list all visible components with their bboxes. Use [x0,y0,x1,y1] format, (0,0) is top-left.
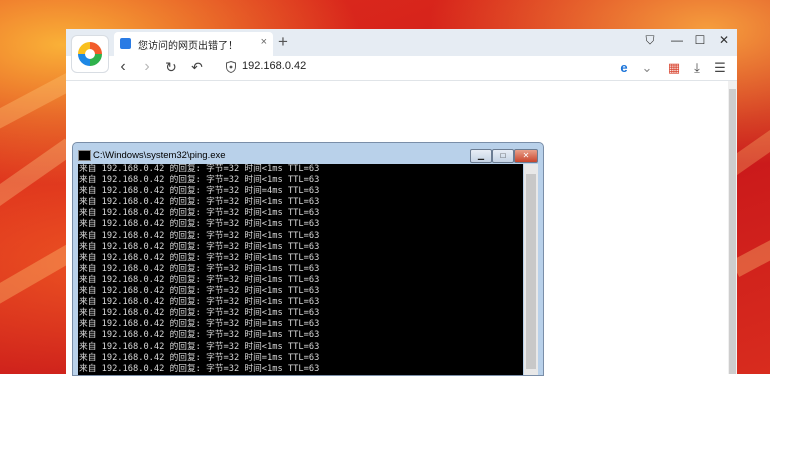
apps-grid-icon[interactable]: ▦ [666,60,682,76]
console-line: 来自 192.168.0.42 的回复: 字节=32 时间<1ms TTL=63 [79,286,320,297]
forward-button[interactable]: › [138,58,156,76]
console-icon [78,150,91,161]
console-scrollbar[interactable] [524,164,538,375]
chevron-down-icon[interactable]: ⌄ [639,60,655,76]
cmd-close-button[interactable]: ✕ [514,149,538,163]
console-line: 来自 192.168.0.42 的回复: 字节=32 时间<1ms TTL=63 [79,197,320,208]
console-line: 来自 192.168.0.42 的回复: 字节=32 时间<1ms TTL=63 [79,230,320,241]
console-output: 来自 192.168.0.42 的回复: 字节=32 时间<1ms TTL=63… [78,164,523,375]
page-icon [120,38,131,49]
tab-close-icon[interactable]: × [261,36,267,48]
console-line: 来自 192.168.0.42 的回复: 字节=32 时间<1ms TTL=63 [79,274,320,285]
cmd-maximize-button[interactable]: □ [492,149,514,163]
ie-mode-icon[interactable]: e [616,60,632,75]
maximize-button[interactable]: ☐ [690,33,710,47]
console-line: 来自 192.168.0.42 的回复: 字节=32 时间<1ms TTL=63 [79,341,320,352]
back-button[interactable]: ‹ [114,58,132,76]
console-line: 来自 192.168.0.42 的回复: 字节=32 时间=1ms TTL=63 [79,330,320,341]
console-line: 来自 192.168.0.42 的回复: 字节=32 时间<1ms TTL=63 [79,297,320,308]
console-line: 来自 192.168.0.42 的回复: 字节=32 时间=4ms TTL=63 [79,186,320,197]
browser-logo[interactable] [71,35,109,73]
console-line: 来自 192.168.0.42 的回复: 字节=32 时间<1ms TTL=63 [79,219,320,230]
tab-title: 您访问的网页出错了！ [138,41,238,52]
console-scrollbar-thumb[interactable] [526,174,536,369]
download-icon[interactable]: ⤓ [689,60,705,76]
tab-bar: 您访问的网页出错了！ × + ⛉ — ☐ ✕ [66,29,737,56]
menu-icon[interactable]: ☰ [712,60,728,76]
cmd-window: C:\Windows\system32\ping.exe ▁ □ ✕ 来自 19… [72,142,544,376]
tab-active[interactable]: 您访问的网页出错了！ × [114,32,273,56]
security-shield-icon[interactable] [226,61,236,73]
address-bar-input[interactable]: 192.168.0.42 [242,60,306,72]
console-line: 来自 192.168.0.42 的回复: 字节=32 时间=1ms TTL=63 [79,352,320,363]
console-line: 来自 192.168.0.42 的回复: 字节=32 时间<1ms TTL=63 [79,363,320,374]
console-line: 来自 192.168.0.42 的回复: 字节=32 时间=1ms TTL=63 [79,319,320,330]
cmd-minimize-button[interactable]: ▁ [470,149,492,163]
undo-close-button[interactable]: ↶ [188,58,206,76]
page-scrollbar[interactable] [728,81,737,374]
console-line: 来自 192.168.0.42 的回复: 字节=32 时间<1ms TTL=63 [79,252,320,263]
skin-icon[interactable]: ⛉ [640,33,660,48]
browser-logo-icon [78,42,102,66]
address-toolbar: ‹ › ↻ ↶ 192.168.0.42 e ⌄ ▦ ⤓ ☰ [66,56,737,81]
console-line: 来自 192.168.0.42 的回复: 字节=32 时间<1ms TTL=63 [79,164,320,174]
close-window-button[interactable]: ✕ [714,33,734,47]
console-line: 来自 192.168.0.42 的回复: 字节=32 时间<1ms TTL=63 [79,308,320,319]
scrollbar-thumb[interactable] [729,89,736,374]
refresh-button[interactable]: ↻ [162,58,180,76]
console-line: 来自 192.168.0.42 的回复: 字节=32 时间<1ms TTL=63 [79,241,320,252]
console-line: 来自 192.168.0.42 的回复: 字节=32 时间<1ms TTL=63 [79,208,320,219]
console-line: 来自 192.168.0.42 的回复: 字节=32 时间<1ms TTL=63 [79,175,320,186]
console-line: 来自 192.168.0.42 的回复: 字节=32 时间<1ms TTL=63 [79,263,320,274]
wallpaper-streak [0,138,76,217]
cmd-window-title: C:\Windows\system32\ping.exe [93,150,226,161]
minimize-button[interactable]: — [667,33,687,47]
new-tab-button[interactable]: + [278,32,288,52]
